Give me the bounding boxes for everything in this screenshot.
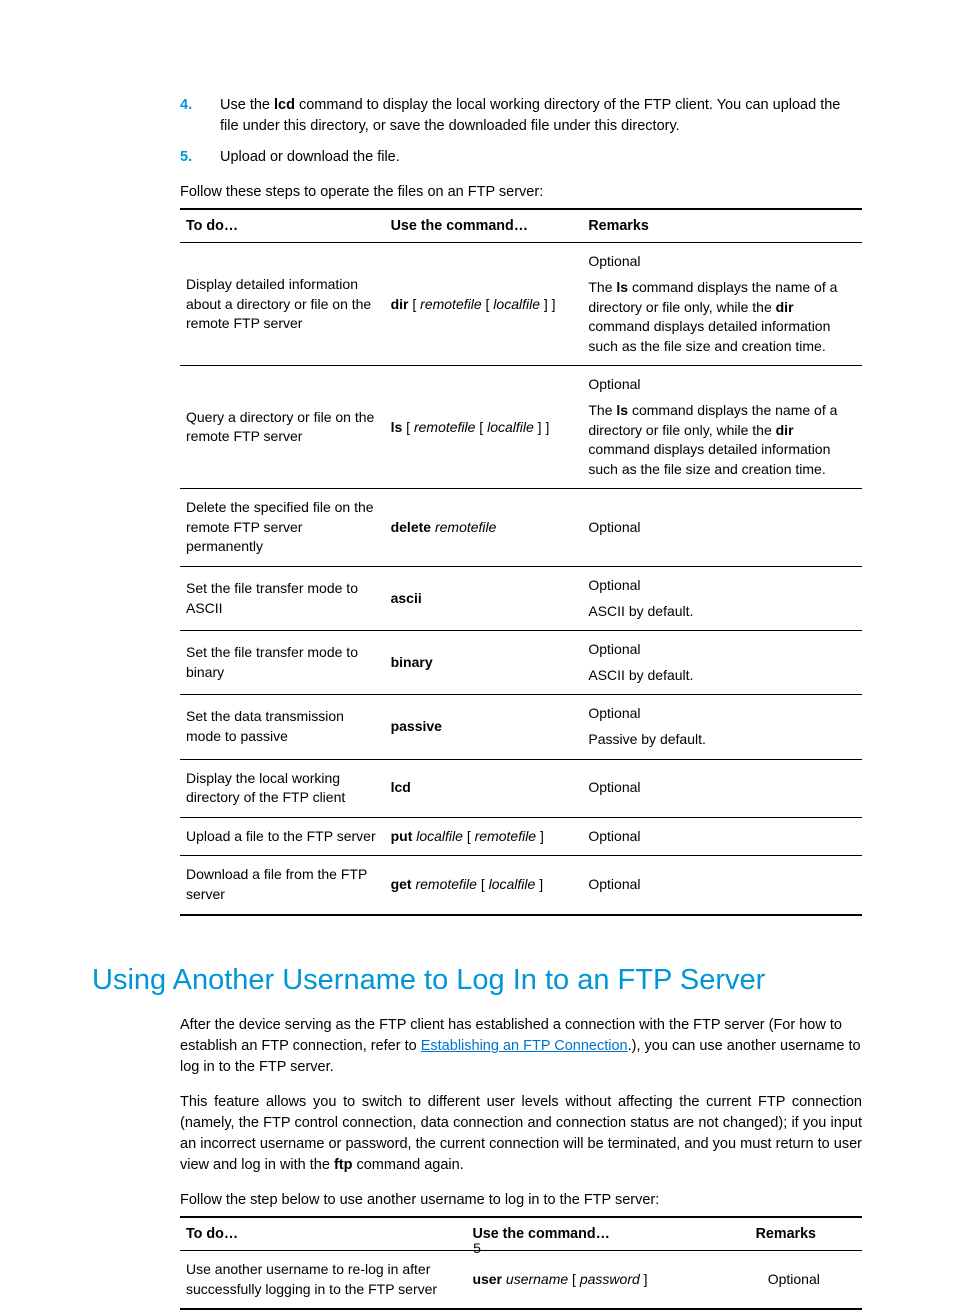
establishing-ftp-link[interactable]: Establishing an FTP Connection xyxy=(421,1038,628,1054)
table-row: Display the local working directory of t… xyxy=(180,759,862,817)
table-row: Download a file from the FTP server get … xyxy=(180,856,862,915)
table-row: Set the file transfer mode to binary bin… xyxy=(180,631,862,695)
section-body: After the device serving as the FTP clie… xyxy=(180,1015,862,1310)
table-row: Set the data transmission mode to passiv… xyxy=(180,695,862,759)
table-row: Delete the specified file on the remote … xyxy=(180,489,862,567)
th-remarks: Remarks xyxy=(582,209,862,243)
page-number: 5 xyxy=(0,1240,954,1256)
para-1: After the device serving as the FTP clie… xyxy=(180,1015,862,1078)
section-heading: Using Another Username to Log In to an F… xyxy=(92,964,862,997)
relogin-table: To do… Use the command… Remarks Use anot… xyxy=(180,1216,862,1310)
table-row: Set the file transfer mode to ASCII asci… xyxy=(180,567,862,631)
table-row: Upload a file to the FTP server put loca… xyxy=(180,817,862,856)
table2-intro: Follow the step below to use another use… xyxy=(180,1190,862,1210)
para-2: This feature allows you to switch to dif… xyxy=(180,1092,862,1176)
ftp-commands-table: To do… Use the command… Remarks Display … xyxy=(180,208,862,915)
step-5: Upload or download the file. xyxy=(180,147,862,168)
table-row: Query a directory or file on the remote … xyxy=(180,366,862,489)
step-4: Use the lcd command to display the local… xyxy=(180,95,862,137)
th-todo: To do… xyxy=(180,209,385,243)
numbered-steps: Use the lcd command to display the local… xyxy=(180,95,862,168)
table-row: Use another username to re-log in after … xyxy=(180,1251,862,1310)
table-header-row: To do… Use the command… Remarks xyxy=(180,209,862,243)
th-command: Use the command… xyxy=(385,209,583,243)
page-content: Use the lcd command to display the local… xyxy=(180,95,862,916)
table1-intro: Follow these steps to operate the files … xyxy=(180,182,862,202)
table-row: Display detailed information about a dir… xyxy=(180,243,862,366)
